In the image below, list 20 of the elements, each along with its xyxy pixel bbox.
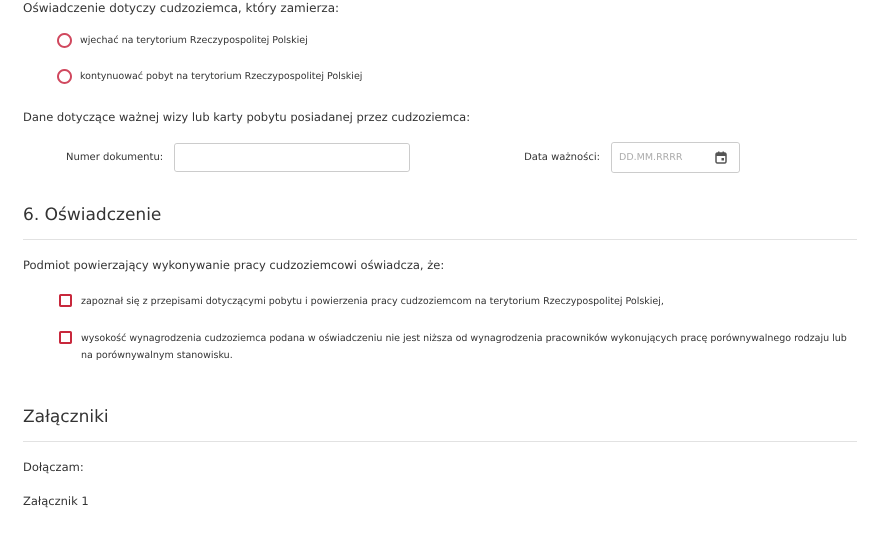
section-heading: Załączniki bbox=[23, 406, 110, 428]
radio-label: wjechać na terytorium Rzeczypospolitej Polskiej bbox=[80, 34, 308, 46]
calendar-icon bbox=[715, 151, 727, 164]
checkbox-label: zapoznał się z przepisami dotyczącymi pobytu i powierzenia pracy cudzoziemcom na terytorium Rzeczypospolitej Polskiej, bbox=[81, 295, 664, 309]
input-field[interactable] bbox=[174, 143, 410, 172]
section-heading: 6. Oświadczenie bbox=[23, 204, 162, 226]
question-text: Oświadczenie dotyczy cudzoziemca, który zamierza: bbox=[23, 0, 340, 16]
attachment-name: Załącznik 1 bbox=[23, 493, 90, 509]
date-field[interactable]: DD.MM.RRRR bbox=[611, 142, 740, 173]
field-label: Numer dokumentu: bbox=[66, 152, 164, 163]
radio-label: kontynuować pobyt na terytorium Rzeczypospolitej Polskiej bbox=[80, 70, 362, 82]
checkbox-label: wysokość wynagrodzenia cudzoziemca podana w oświadczeniu nie jest niższa od wynagrodzenia pracowników wykonujących pracę porównywalnego rodzaju lub na porównywalnym stanowisku. bbox=[81, 332, 848, 363]
checkbox[interactable] bbox=[59, 331, 72, 344]
declaration-intro: Podmiot powierzający wykonywanie pracy cudzoziemcowi oświadcza, że: bbox=[23, 257, 446, 273]
radio-button[interactable] bbox=[57, 32, 72, 48]
radio-button[interactable] bbox=[57, 68, 72, 84]
field-label: Data ważności: bbox=[524, 152, 600, 163]
checkbox[interactable] bbox=[59, 294, 72, 307]
section-label: Dane dotyczące ważnej wizy lub karty pobytu posiadanej przez cudzoziemca: bbox=[23, 109, 472, 125]
attachments-label: Dołączam: bbox=[23, 459, 85, 475]
